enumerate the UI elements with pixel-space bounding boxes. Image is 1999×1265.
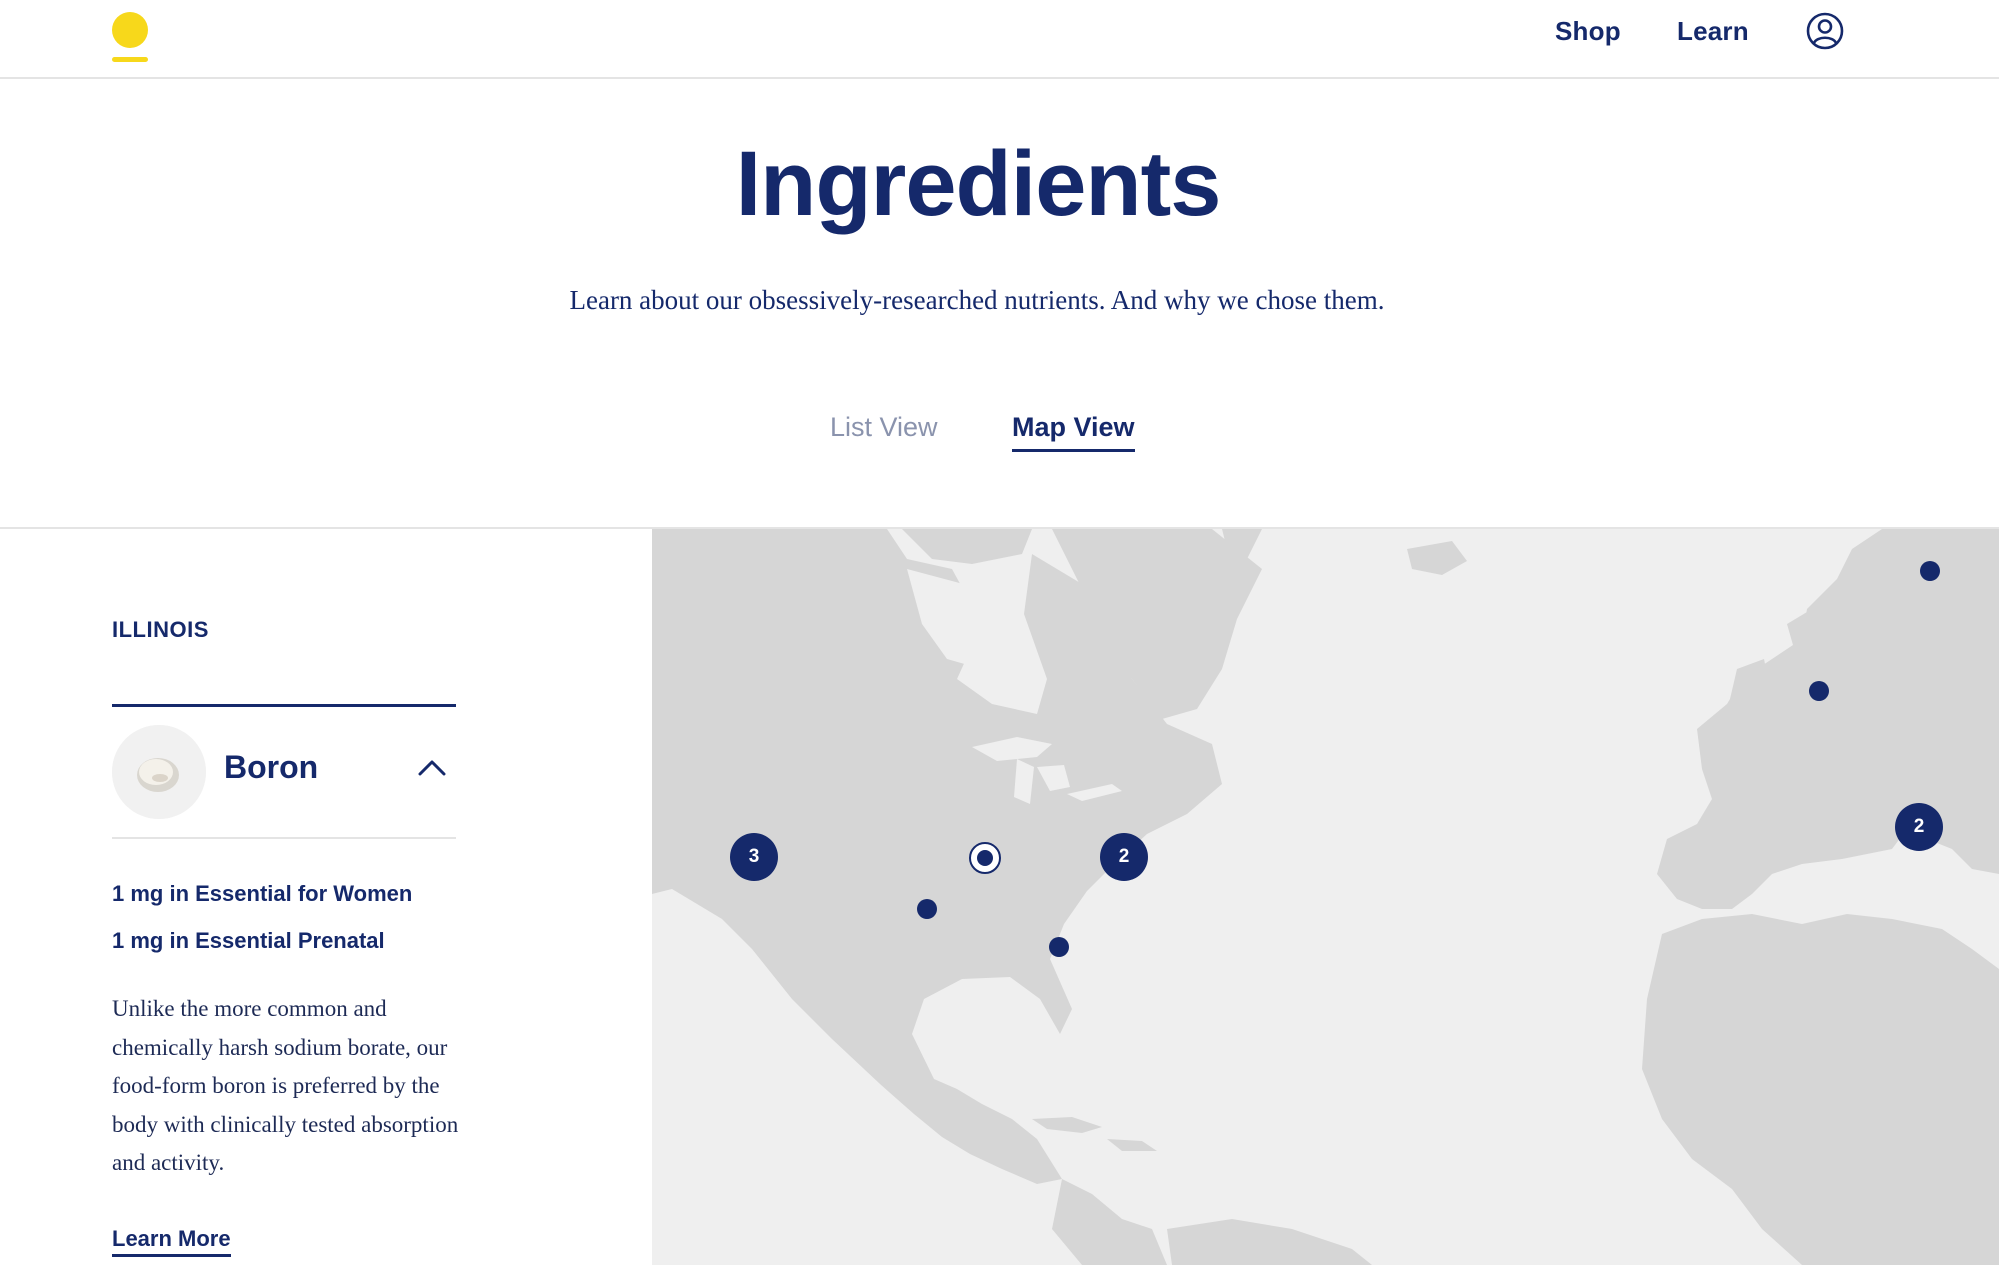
tab-list-view-label: List View	[830, 412, 938, 442]
ingredient-description: Unlike the more common and chemically ha…	[112, 996, 459, 1175]
ingredient-source-map[interactable]: 3 2 2	[652, 529, 1999, 1265]
ingredient-accordion-header[interactable]: Boron	[112, 707, 456, 839]
map-cluster-pin-west-us[interactable]: 3	[730, 833, 778, 881]
map-pin-south-central-us[interactable]	[917, 899, 937, 919]
dose-line: 1 mg in Essential Prenatal	[112, 928, 385, 953]
chevron-up-icon[interactable]	[416, 755, 448, 779]
tab-list-view[interactable]: List View	[830, 412, 938, 443]
sun-logo[interactable]	[112, 12, 148, 62]
ingredient-detail-panel: ILLINOIS Boron 1 mg in Essential for Wom…	[0, 529, 652, 1265]
ingredient-image	[112, 725, 206, 819]
map-cluster-pin-italy[interactable]: 2	[1895, 803, 1943, 851]
map-cluster-count: 2	[1118, 846, 1130, 867]
tab-map-view[interactable]: Map View	[1012, 412, 1135, 452]
user-circle-icon[interactable]	[1806, 12, 1844, 50]
map-pin-southeast-us[interactable]	[1049, 937, 1069, 957]
tab-map-view-label: Map View	[1012, 412, 1135, 442]
nav-shop-link[interactable]: Shop	[1555, 16, 1621, 47]
active-tab-underline	[1012, 449, 1135, 452]
dose-line: 1 mg in Essential for Women	[112, 881, 413, 906]
ingredient-name: Boron	[224, 749, 319, 785]
world-map-land	[652, 529, 1999, 1265]
logo-horizon-line	[112, 57, 148, 62]
page-title: Ingredients	[735, 133, 1222, 235]
top-navigation-bar: Shop Learn	[0, 0, 1999, 79]
nav-learn-link[interactable]: Learn	[1677, 16, 1749, 47]
learn-more-link[interactable]: Learn More	[112, 1226, 231, 1257]
page-subtitle: Learn about our obsessively-researched n…	[569, 285, 1385, 315]
map-pin-selected-dot	[977, 850, 993, 866]
map-cluster-pin-east-us[interactable]: 2	[1100, 833, 1148, 881]
map-pin-selected-illinois[interactable]	[969, 842, 1001, 874]
map-cluster-count: 3	[748, 846, 760, 867]
logo-sun-circle	[112, 12, 148, 48]
map-pin-uk[interactable]	[1809, 681, 1829, 701]
region-title: ILLINOIS	[112, 617, 209, 642]
map-cluster-count: 2	[1913, 816, 1925, 837]
map-pin-scandinavia[interactable]	[1920, 561, 1940, 581]
